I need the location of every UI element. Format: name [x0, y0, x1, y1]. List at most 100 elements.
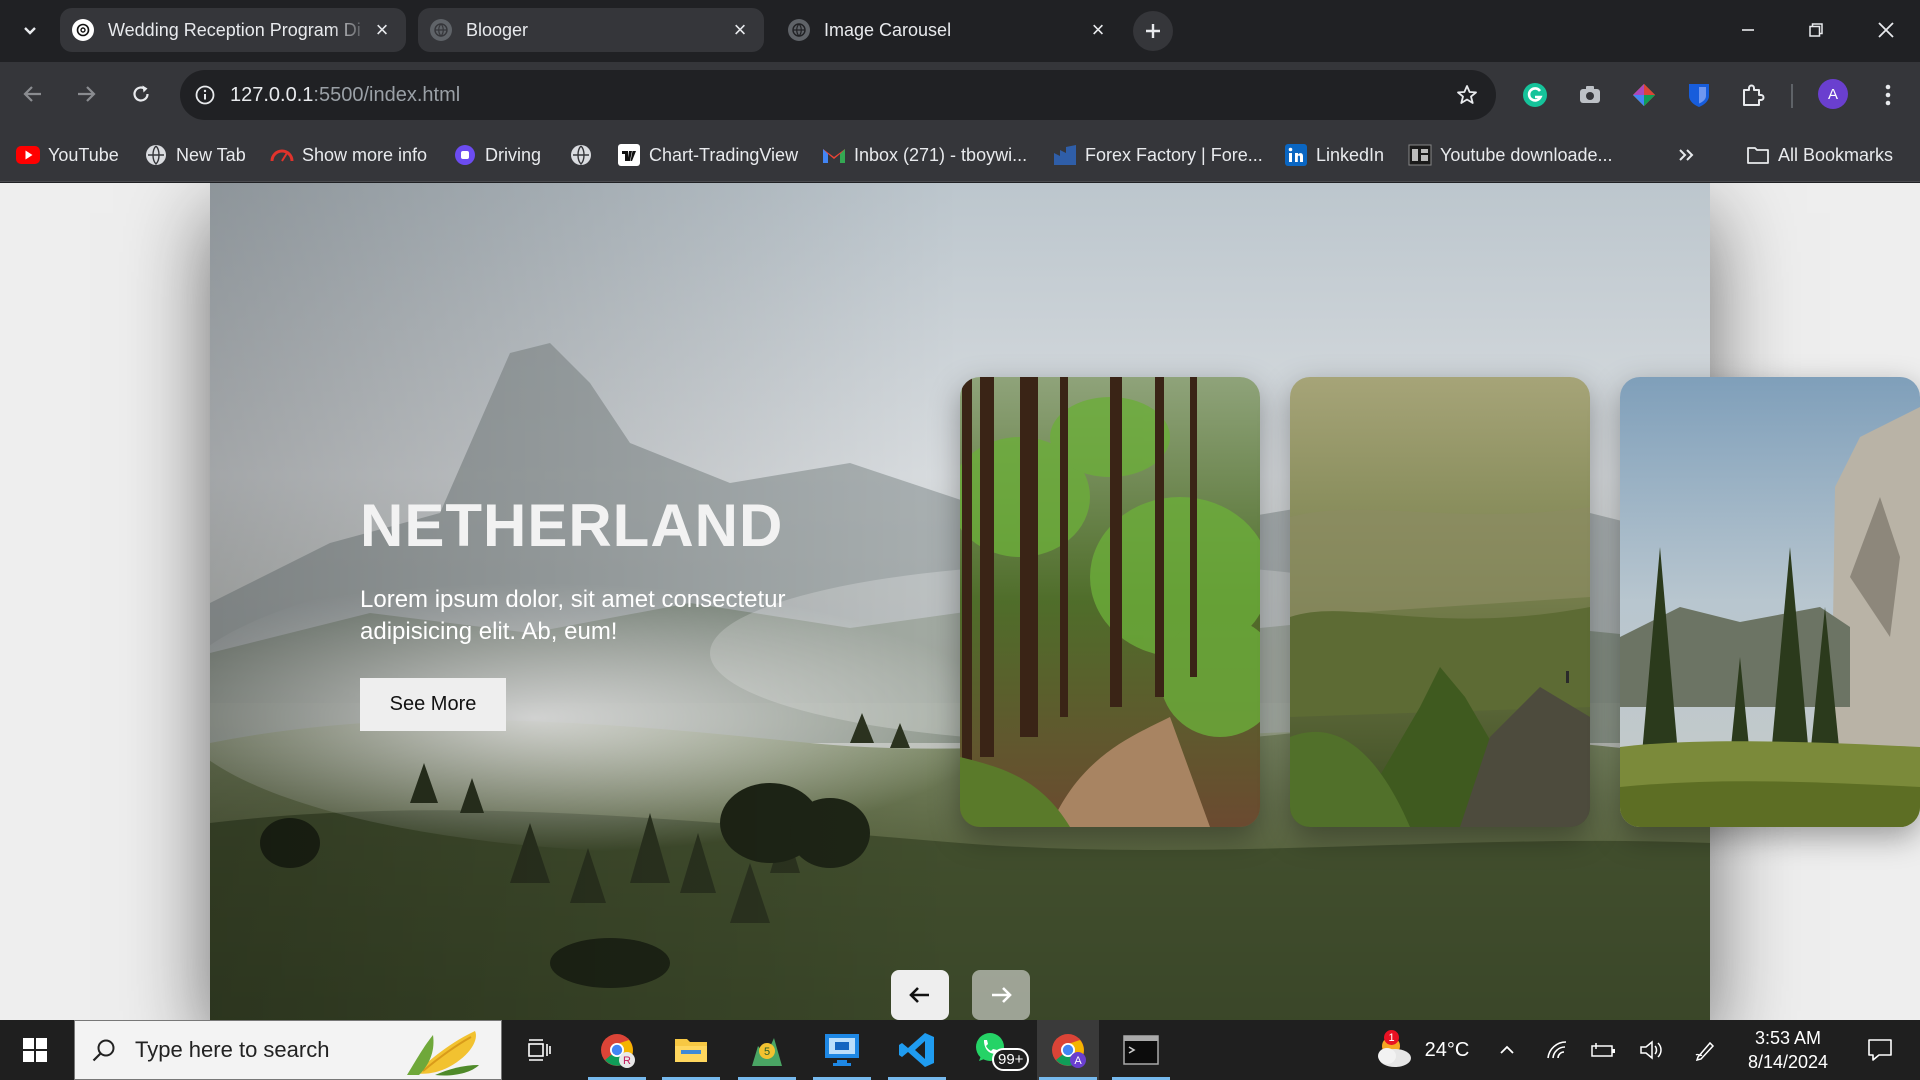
close-tab-icon[interactable]: ×: [1086, 17, 1110, 42]
bookmark-driving[interactable]: Driving: [453, 140, 541, 170]
taskbar-chrome-profile-r[interactable]: R: [586, 1020, 648, 1080]
taskbar-vscode[interactable]: [886, 1020, 948, 1080]
close-tab-icon[interactable]: ×: [728, 17, 752, 42]
notifications-button[interactable]: [1852, 1020, 1908, 1080]
bookmark-label: Show more info: [302, 144, 428, 165]
forward-button[interactable]: [66, 74, 106, 114]
extensions-puzzle-icon[interactable]: [1736, 78, 1770, 112]
bookmark-linkedin[interactable]: LinkedIn: [1284, 140, 1384, 170]
bookmark-label: Inbox (271) - tboywi...: [854, 144, 1028, 165]
arrow-right-icon: [992, 987, 1012, 1003]
svg-text:R: R: [623, 1055, 631, 1067]
see-more-button[interactable]: See More: [360, 678, 506, 731]
globe-icon: [788, 19, 810, 41]
address-bar[interactable]: 127.0.0.1:5500/index.html: [180, 70, 1496, 120]
task-view-icon: [528, 1039, 551, 1061]
windows-taskbar: Type here to search R 5 99+ A 1 24°C 3:5…: [0, 1020, 1920, 1080]
reload-button[interactable]: [121, 74, 161, 114]
vscode-icon: [899, 1033, 934, 1067]
bookmark-label: New Tab: [176, 144, 246, 165]
bookmark-untitled[interactable]: [569, 140, 601, 170]
taskbar-search[interactable]: Type here to search: [74, 1020, 502, 1080]
bookmark-gmail[interactable]: Inbox (271) - tboywi...: [822, 140, 1027, 170]
close-window-button[interactable]: [1866, 12, 1906, 48]
tab-title: Wedding Reception Program Di: [108, 19, 361, 40]
kebab-menu-icon[interactable]: [1871, 78, 1905, 112]
more-bookmarks-button[interactable]: [1676, 140, 1696, 170]
show-hidden-icons-button[interactable]: [1490, 1020, 1524, 1080]
prev-slide-button[interactable]: [891, 970, 949, 1020]
color-picker-extension-icon[interactable]: [1627, 78, 1661, 112]
taskbar-chrome-profile-a[interactable]: A: [1037, 1020, 1099, 1080]
speaker-icon: [1640, 1040, 1662, 1060]
bookmark-new-tab[interactable]: New Tab: [144, 140, 246, 170]
network-tray-icon[interactable]: [1540, 1020, 1574, 1080]
next-slide-button[interactable]: [972, 970, 1030, 1020]
remote-desktop-icon: [825, 1034, 859, 1066]
arrow-left-icon: [23, 86, 41, 102]
hero-description: Lorem ipsum dolor, sit amet consectetur …: [360, 586, 786, 645]
battery-tray-icon[interactable]: [1586, 1020, 1620, 1080]
site-info-icon[interactable]: [180, 70, 230, 120]
minimize-button[interactable]: [1728, 12, 1768, 48]
bookmark-youtube-downloader[interactable]: Youtube downloade...: [1408, 140, 1613, 170]
tab-blooger[interactable]: Blooger ×: [418, 8, 764, 52]
tab-wedding-reception[interactable]: Wedding Reception Program Di ×: [60, 8, 406, 52]
back-button[interactable]: [13, 74, 53, 114]
grammarly-extension-icon[interactable]: [1518, 78, 1552, 112]
all-bookmarks-button[interactable]: All Bookmarks: [1746, 140, 1893, 170]
close-tab-icon[interactable]: ×: [370, 17, 394, 42]
taskbar-remote-desktop[interactable]: [811, 1020, 873, 1080]
thumbnail-mountain-valley[interactable]: [1290, 377, 1590, 827]
thumbnail-rock-cliff-meadow[interactable]: [1620, 377, 1920, 827]
start-button[interactable]: [4, 1020, 66, 1080]
weather-widget[interactable]: 1 24°C: [1356, 1020, 1486, 1080]
bookmark-label: Youtube downloade...: [1440, 144, 1613, 165]
camera-extension-icon[interactable]: [1573, 78, 1607, 112]
speedometer-icon: [270, 143, 294, 167]
terminal-icon: [1123, 1035, 1159, 1065]
restore-button[interactable]: [1796, 12, 1836, 48]
globe-icon: [144, 143, 168, 167]
weather-temperature: 24°C: [1424, 1038, 1470, 1061]
browser-toolbar: 127.0.0.1:5500/index.html A: [0, 62, 1920, 128]
taskbar-whatsapp[interactable]: 99+: [962, 1020, 1030, 1080]
driving-icon: [453, 143, 477, 167]
bookmark-star-icon[interactable]: [1452, 80, 1482, 110]
task-view-button[interactable]: [508, 1020, 570, 1080]
weather-alert-badge: 1: [1384, 1030, 1399, 1045]
taskbar-clock[interactable]: 3:53 AM 8/14/2024: [1710, 1026, 1866, 1074]
volume-tray-icon[interactable]: [1634, 1020, 1668, 1080]
close-icon: [1878, 22, 1894, 38]
linkedin-icon: [1284, 143, 1308, 167]
chrome-icon: R: [601, 1034, 635, 1068]
taskbar-file-explorer[interactable]: [660, 1020, 722, 1080]
tab-image-carousel[interactable]: Image Carousel ×: [776, 8, 1122, 52]
forex-factory-icon: [1053, 143, 1077, 167]
thumbnail-forest-path[interactable]: [960, 377, 1260, 827]
bookmark-label: All Bookmarks: [1778, 144, 1894, 165]
bookmark-forex-factory[interactable]: Forex Factory | Fore...: [1053, 140, 1263, 170]
bookmark-show-more-info[interactable]: Show more info: [270, 140, 427, 170]
chrome-icon: A: [1052, 1034, 1086, 1068]
bitwarden-extension-icon[interactable]: [1682, 78, 1716, 112]
clock-date: 8/14/2024: [1747, 1052, 1829, 1072]
taskbar-metatrader[interactable]: 5: [736, 1020, 798, 1080]
taskbar-terminal[interactable]: [1110, 1020, 1172, 1080]
bookmark-youtube[interactable]: YouTube: [16, 140, 119, 170]
youtube-icon: [16, 143, 40, 167]
double-chevron-right-icon: [1679, 149, 1694, 161]
url-path: :5500/index.html: [313, 83, 461, 106]
bookmark-tradingview[interactable]: Chart-TradingView: [617, 140, 798, 170]
profile-avatar[interactable]: A: [1818, 79, 1848, 109]
tab-search-button[interactable]: [12, 12, 48, 48]
tab-title: Blooger: [466, 19, 529, 40]
bookmark-label: Driving: [485, 144, 542, 165]
notification-badge: 99+: [992, 1048, 1030, 1071]
bookmark-label: YouTube: [48, 144, 119, 165]
hero-content: NETHERLAND Lorem ipsum dolor, sit amet c…: [360, 491, 880, 731]
hero-title: NETHERLAND: [360, 492, 784, 559]
chatgpt-icon: [72, 19, 94, 41]
new-tab-button[interactable]: [1133, 11, 1173, 51]
page-viewport: NETHERLAND Lorem ipsum dolor, sit amet c…: [0, 183, 1920, 1020]
